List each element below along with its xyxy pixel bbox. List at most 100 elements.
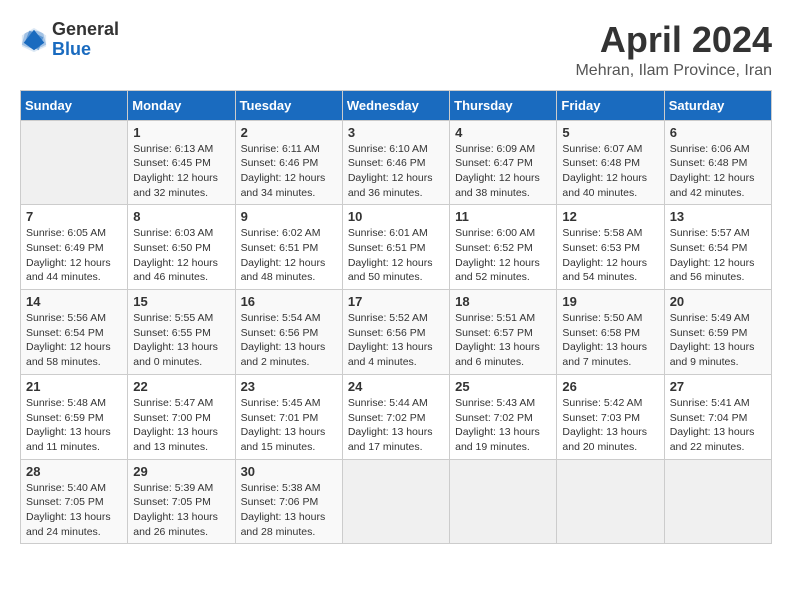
day-info: Sunrise: 5:39 AMSunset: 7:05 PMDaylight:…: [133, 481, 229, 540]
calendar-cell: 19 Sunrise: 5:50 AMSunset: 6:58 PMDayligh…: [557, 290, 664, 375]
calendar-cell: 17 Sunrise: 5:52 AMSunset: 6:56 PMDayligh…: [342, 290, 449, 375]
day-number: 8: [133, 209, 229, 224]
week-row-2: 7 Sunrise: 6:05 AMSunset: 6:49 PMDaylight…: [21, 205, 772, 290]
calendar-cell: [664, 459, 771, 544]
day-number: 23: [241, 379, 337, 394]
logo: General Blue: [20, 20, 119, 60]
logo-general: General: [52, 20, 119, 40]
day-number: 25: [455, 379, 551, 394]
title-block: April 2024 Mehran, Ilam Province, Iran: [575, 20, 772, 80]
calendar-cell: 27 Sunrise: 5:41 AMSunset: 7:04 PMDayligh…: [664, 374, 771, 459]
day-number: 3: [348, 125, 444, 140]
calendar-cell: [21, 120, 128, 205]
day-info: Sunrise: 5:51 AMSunset: 6:57 PMDaylight:…: [455, 311, 551, 370]
calendar-cell: 14Sunrise: 5:56 AMSunset: 6:54 PMDayligh…: [21, 290, 128, 375]
day-number: 28: [26, 464, 122, 479]
calendar-body: 1 Sunrise: 6:13 AMSunset: 6:45 PMDaylight…: [21, 120, 772, 544]
day-number: 19: [562, 294, 658, 309]
day-info: Sunrise: 6:13 AMSunset: 6:45 PMDaylight:…: [133, 142, 229, 201]
calendar-cell: 29 Sunrise: 5:39 AMSunset: 7:05 PMDayligh…: [128, 459, 235, 544]
day-info: Sunrise: 5:54 AMSunset: 6:56 PMDaylight:…: [241, 311, 337, 370]
logo-text: General Blue: [52, 20, 119, 60]
day-info: Sunrise: 5:52 AMSunset: 6:56 PMDaylight:…: [348, 311, 444, 370]
calendar-cell: 4Sunrise: 6:09 AMSunset: 6:47 PMDaylight…: [450, 120, 557, 205]
calendar-header: SundayMondayTuesdayWednesdayThursdayFrid…: [21, 90, 772, 120]
week-row-3: 14Sunrise: 5:56 AMSunset: 6:54 PMDayligh…: [21, 290, 772, 375]
day-info: Sunrise: 5:45 AMSunset: 7:01 PMDaylight:…: [241, 396, 337, 455]
calendar-cell: 24Sunrise: 5:44 AMSunset: 7:02 PMDayligh…: [342, 374, 449, 459]
calendar-cell: [557, 459, 664, 544]
calendar-cell: 5Sunrise: 6:07 AMSunset: 6:48 PMDaylight…: [557, 120, 664, 205]
day-number: 13: [670, 209, 766, 224]
day-info: Sunrise: 5:56 AMSunset: 6:54 PMDaylight:…: [26, 311, 122, 370]
day-number: 1: [133, 125, 229, 140]
day-number: 27: [670, 379, 766, 394]
calendar-cell: 25 Sunrise: 5:43 AMSunset: 7:02 PMDayligh…: [450, 374, 557, 459]
calendar-cell: 2 Sunrise: 6:11 AMSunset: 6:46 PMDaylight…: [235, 120, 342, 205]
day-number: 18: [455, 294, 551, 309]
day-number: 12: [562, 209, 658, 224]
day-number: 29: [133, 464, 229, 479]
calendar-cell: 13 Sunrise: 5:57 AMSunset: 6:54 PMDayligh…: [664, 205, 771, 290]
logo-blue: Blue: [52, 40, 119, 60]
weekday-header-row: SundayMondayTuesdayWednesdayThursdayFrid…: [21, 90, 772, 120]
day-info: Sunrise: 5:40 AMSunset: 7:05 PMDaylight:…: [26, 481, 122, 540]
day-info: Sunrise: 6:05 AMSunset: 6:49 PMDaylight:…: [26, 226, 122, 285]
calendar-cell: [342, 459, 449, 544]
day-info: Sunrise: 6:00 AMSunset: 6:52 PMDaylight:…: [455, 226, 551, 285]
day-info: Sunrise: 5:43 AMSunset: 7:02 PMDaylight:…: [455, 396, 551, 455]
header: General Blue April 2024 Mehran, Ilam Pro…: [20, 20, 772, 80]
day-info: Sunrise: 5:58 AMSunset: 6:53 PMDaylight:…: [562, 226, 658, 285]
weekday-header-monday: Monday: [128, 90, 235, 120]
day-number: 17: [348, 294, 444, 309]
day-info: Sunrise: 5:44 AMSunset: 7:02 PMDaylight:…: [348, 396, 444, 455]
calendar-cell: 12 Sunrise: 5:58 AMSunset: 6:53 PMDayligh…: [557, 205, 664, 290]
calendar-cell: 23 Sunrise: 5:45 AMSunset: 7:01 PMDayligh…: [235, 374, 342, 459]
calendar-cell: 10Sunrise: 6:01 AMSunset: 6:51 PMDayligh…: [342, 205, 449, 290]
day-number: 4: [455, 125, 551, 140]
week-row-5: 28 Sunrise: 5:40 AMSunset: 7:05 PMDayligh…: [21, 459, 772, 544]
calendar-cell: 16 Sunrise: 5:54 AMSunset: 6:56 PMDayligh…: [235, 290, 342, 375]
day-number: 26: [562, 379, 658, 394]
day-number: 21: [26, 379, 122, 394]
calendar-cell: 21Sunrise: 5:48 AMSunset: 6:59 PMDayligh…: [21, 374, 128, 459]
calendar-cell: [450, 459, 557, 544]
day-number: 2: [241, 125, 337, 140]
calendar-cell: 28 Sunrise: 5:40 AMSunset: 7:05 PMDayligh…: [21, 459, 128, 544]
logo-icon: [20, 26, 48, 54]
week-row-4: 21Sunrise: 5:48 AMSunset: 6:59 PMDayligh…: [21, 374, 772, 459]
calendar-cell: 18 Sunrise: 5:51 AMSunset: 6:57 PMDayligh…: [450, 290, 557, 375]
day-info: Sunrise: 5:57 AMSunset: 6:54 PMDaylight:…: [670, 226, 766, 285]
week-row-1: 1 Sunrise: 6:13 AMSunset: 6:45 PMDaylight…: [21, 120, 772, 205]
weekday-header-wednesday: Wednesday: [342, 90, 449, 120]
weekday-header-saturday: Saturday: [664, 90, 771, 120]
location-subtitle: Mehran, Ilam Province, Iran: [575, 62, 772, 80]
day-info: Sunrise: 5:38 AMSunset: 7:06 PMDaylight:…: [241, 481, 337, 540]
day-info: Sunrise: 5:47 AMSunset: 7:00 PMDaylight:…: [133, 396, 229, 455]
calendar-table: SundayMondayTuesdayWednesdayThursdayFrid…: [20, 90, 772, 545]
day-info: Sunrise: 6:06 AMSunset: 6:48 PMDaylight:…: [670, 142, 766, 201]
day-info: Sunrise: 6:01 AMSunset: 6:51 PMDaylight:…: [348, 226, 444, 285]
calendar-cell: 22 Sunrise: 5:47 AMSunset: 7:00 PMDayligh…: [128, 374, 235, 459]
day-number: 22: [133, 379, 229, 394]
weekday-header-tuesday: Tuesday: [235, 90, 342, 120]
weekday-header-friday: Friday: [557, 90, 664, 120]
day-info: Sunrise: 5:49 AMSunset: 6:59 PMDaylight:…: [670, 311, 766, 370]
day-number: 20: [670, 294, 766, 309]
day-number: 16: [241, 294, 337, 309]
day-info: Sunrise: 6:11 AMSunset: 6:46 PMDaylight:…: [241, 142, 337, 201]
weekday-header-sunday: Sunday: [21, 90, 128, 120]
day-info: Sunrise: 5:50 AMSunset: 6:58 PMDaylight:…: [562, 311, 658, 370]
day-info: Sunrise: 5:41 AMSunset: 7:04 PMDaylight:…: [670, 396, 766, 455]
calendar-cell: 30Sunrise: 5:38 AMSunset: 7:06 PMDayligh…: [235, 459, 342, 544]
calendar-cell: 3Sunrise: 6:10 AMSunset: 6:46 PMDaylight…: [342, 120, 449, 205]
day-number: 15: [133, 294, 229, 309]
day-info: Sunrise: 6:03 AMSunset: 6:50 PMDaylight:…: [133, 226, 229, 285]
month-title: April 2024: [575, 20, 772, 60]
day-number: 5: [562, 125, 658, 140]
calendar-cell: 7 Sunrise: 6:05 AMSunset: 6:49 PMDaylight…: [21, 205, 128, 290]
day-number: 7: [26, 209, 122, 224]
calendar-cell: 20 Sunrise: 5:49 AMSunset: 6:59 PMDayligh…: [664, 290, 771, 375]
calendar-cell: 1 Sunrise: 6:13 AMSunset: 6:45 PMDaylight…: [128, 120, 235, 205]
calendar-cell: 9Sunrise: 6:02 AMSunset: 6:51 PMDaylight…: [235, 205, 342, 290]
